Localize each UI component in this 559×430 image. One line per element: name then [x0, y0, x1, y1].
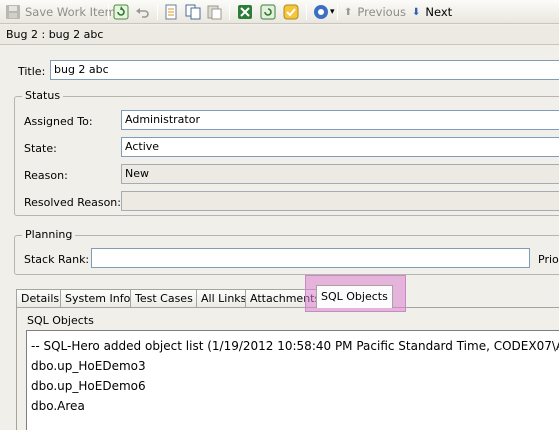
title-label: Title: [18, 65, 46, 78]
undo-icon [135, 4, 151, 20]
dropdown-arrow-icon: ▾ [330, 7, 335, 17]
down-arrow-icon: ⬇ [412, 6, 421, 18]
toolbar-separator [108, 4, 109, 20]
excel-refresh-icon [260, 4, 276, 20]
reason-field[interactable]: New [121, 164, 559, 184]
status-group-title: Status [22, 89, 64, 102]
toolbar-separator [337, 4, 338, 20]
paste-button[interactable] [206, 3, 222, 21]
state-field[interactable]: Active [121, 137, 559, 157]
save-work-item-button[interactable]: Save Work Item [5, 3, 116, 21]
planning-group-title: Planning [22, 228, 76, 241]
floppy-disk-icon [5, 4, 21, 20]
copy-icon [185, 4, 201, 20]
previous-label: Previous [357, 5, 406, 19]
stack-rank-label: Stack Rank: [24, 253, 90, 266]
sql-objects-line: dbo.Area [31, 399, 85, 413]
mark-complete-button[interactable] [283, 3, 299, 21]
resolved-reason-field[interactable] [121, 191, 559, 211]
stack-rank-field[interactable] [91, 248, 530, 268]
assigned-to-field[interactable]: Administrator [121, 110, 559, 130]
excel-icon [237, 4, 253, 20]
refresh-icon [113, 4, 129, 20]
assigned-to-label: Assigned To: [24, 115, 93, 128]
up-arrow-icon: ⬆ [344, 6, 353, 18]
toolbar-separator [229, 4, 230, 20]
toolbar: Save Work Item ▾ ⬆ Previous ⬇ Next [0, 0, 559, 24]
paste-icon [206, 4, 222, 20]
save-work-item-label: Save Work Item [25, 5, 116, 19]
title-field[interactable]: bug 2 abc [50, 60, 559, 80]
undo-button[interactable] [135, 3, 151, 21]
previous-button[interactable]: ⬆ Previous [344, 3, 406, 21]
reason-label: Reason: [24, 169, 68, 182]
copy-button[interactable] [185, 3, 201, 21]
document-list-icon [163, 4, 179, 20]
sql-objects-textarea[interactable]: -- SQL-Hero added object list (1/19/2012… [26, 330, 559, 430]
checklist-icon [283, 4, 299, 20]
tab-details[interactable]: Details [16, 289, 65, 307]
state-label: State: [24, 142, 57, 155]
sql-objects-section-label: SQL Objects [27, 314, 94, 327]
tab-all-links[interactable]: All Links [196, 289, 252, 307]
open-in-excel-button[interactable] [237, 3, 253, 21]
globe-settings-icon [313, 4, 329, 20]
tab-test-cases[interactable]: Test Cases [130, 289, 198, 307]
refresh-query-button[interactable] [260, 3, 276, 21]
next-label: Next [425, 5, 453, 19]
toolbar-separator [306, 4, 307, 20]
resolved-reason-label: Resolved Reason: [24, 196, 121, 209]
tab-sql-objects[interactable]: SQL Objects [316, 285, 393, 308]
new-linked-item-button[interactable] [163, 3, 179, 21]
priority-label: Prior [538, 253, 559, 266]
next-button[interactable]: ⬇ Next [412, 3, 452, 21]
sql-objects-line: -- SQL-Hero added object list (1/19/2012… [31, 339, 559, 353]
sql-objects-line: dbo.up_HoEDemo6 [31, 379, 146, 393]
sql-objects-line: dbo.up_HoEDemo3 [31, 359, 146, 373]
refresh-button[interactable] [113, 3, 129, 21]
tab-system-info[interactable]: System Info [60, 289, 136, 307]
toolbar-separator [157, 4, 158, 20]
work-item-title-bar: Bug 2 : bug 2 abc [0, 25, 559, 45]
settings-button[interactable]: ▾ [313, 3, 335, 21]
